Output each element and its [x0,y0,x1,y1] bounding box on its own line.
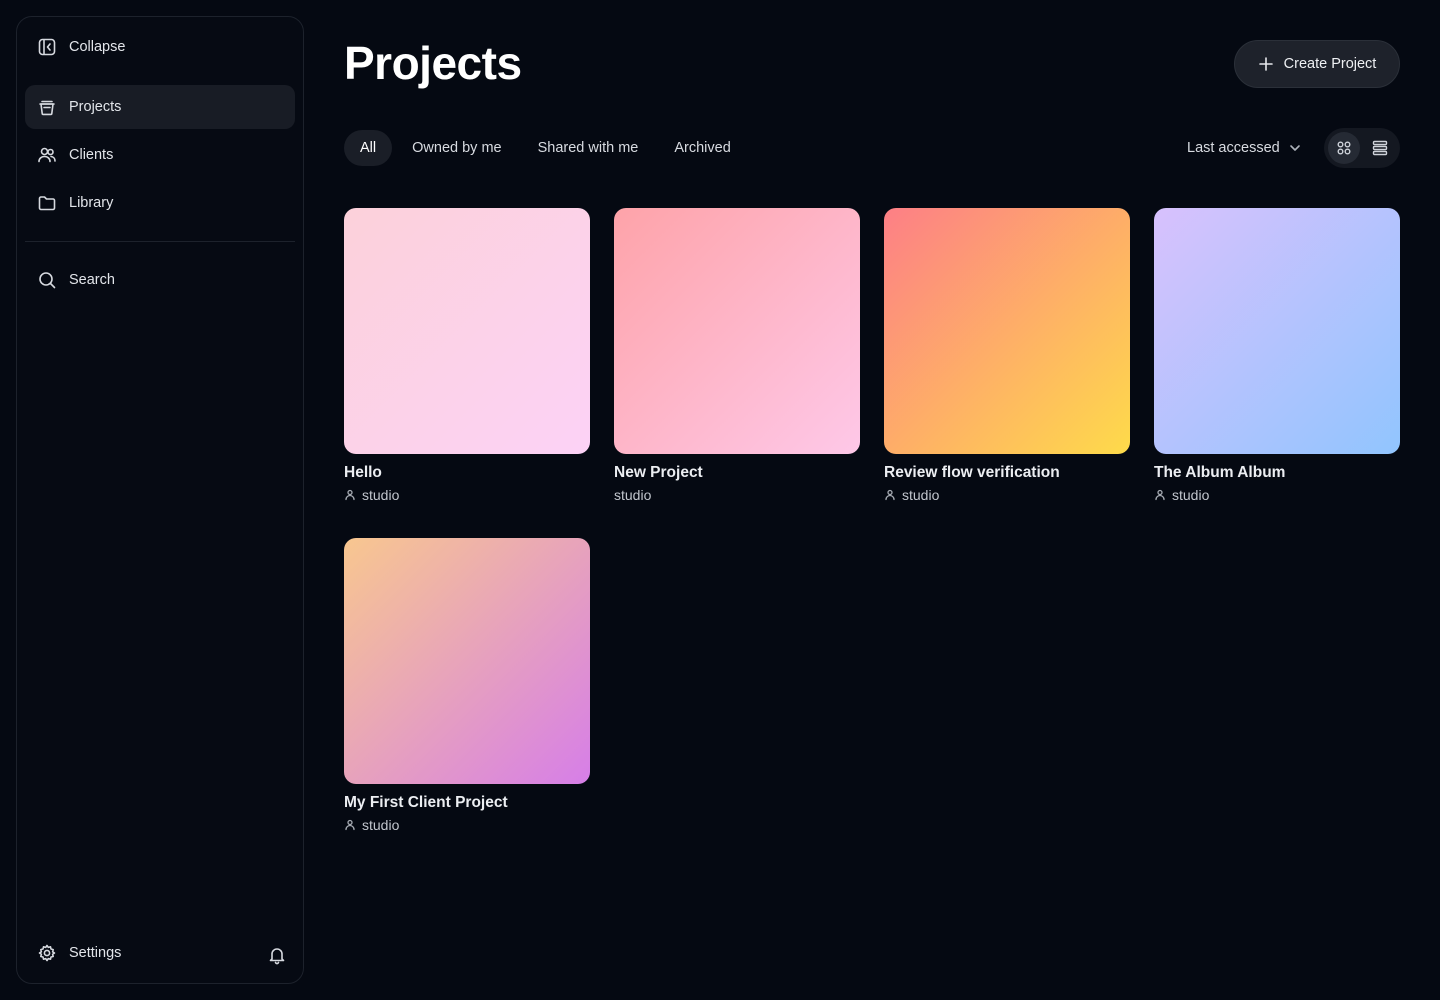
shared-icon [885,489,895,501]
sidebar-item-label: Projects [69,99,122,115]
project-name: New Project [614,464,703,481]
notifications-button[interactable] [263,941,291,969]
gear-icon [37,943,57,963]
project-thumbnail [344,208,590,454]
filter-tabs: All Owned by me Shared with me Archived [344,130,747,166]
collapse-label: Collapse [69,39,126,55]
page-title: Projects [344,37,522,89]
search-label: Search [69,272,115,288]
search-icon [37,270,57,290]
shared-icon [1155,489,1165,501]
tab-all[interactable]: All [344,130,393,166]
project-thumbnail [1154,208,1400,454]
grid-view-icon [1337,141,1351,155]
sidebar-item-library[interactable]: Library [25,181,295,225]
sidebar-item-projects[interactable]: Projects [25,85,295,129]
sidebar-item-settings[interactable]: Settings [25,931,245,975]
project-name: My First Client Project [344,794,508,811]
settings-label: Settings [69,945,122,961]
project-card[interactable]: New Project studio [614,208,860,503]
plus-icon [1258,57,1273,71]
tab-shared-with-me[interactable]: Shared with me [522,130,655,166]
project-thumbnail [884,208,1130,454]
project-owner: studio [614,487,860,503]
create-project-label: Create Project [1283,56,1377,72]
owner-label: studio [1172,487,1210,503]
project-thumbnail [344,538,590,784]
sort-dropdown[interactable]: Last accessed [1187,130,1302,166]
grid-view-button[interactable] [1328,132,1360,164]
project-name: The Album Album [1154,464,1286,481]
sort-label: Last accessed [1187,140,1280,156]
sidebar-item-clients[interactable]: Clients [25,133,295,177]
project-thumbnail [614,208,860,454]
owner-label: studio [362,817,400,833]
shared-icon [345,489,355,501]
shared-icon [345,819,355,831]
bell-icon [269,948,285,965]
view-toggle [1324,128,1400,168]
project-card[interactable]: The Album Album studio [1154,208,1400,503]
tab-owned-by-me[interactable]: Owned by me [396,130,517,166]
project-name: Review flow verification [884,464,1060,481]
project-owner: studio [344,487,590,503]
users-icon [37,145,57,165]
chevron-down-icon [1289,145,1300,151]
project-owner: studio [1154,487,1400,503]
sidebar-item-label: Library [69,195,114,211]
sidebar-divider [25,241,295,242]
owner-label: studio [902,487,940,503]
owner-label: studio [614,487,652,503]
project-card[interactable]: Review flow verification studio [884,208,1130,503]
list-view-button[interactable] [1364,132,1396,164]
project-name: Hello [344,464,382,481]
tab-archived[interactable]: Archived [658,130,746,166]
create-project-button[interactable]: Create Project [1234,40,1400,88]
sidebar-item-search[interactable]: Search [25,258,295,302]
sidebar-item-label: Clients [69,147,114,163]
project-owner: studio [884,487,1130,503]
collapse-button[interactable]: Collapse [25,25,295,69]
list-view-icon [1372,140,1388,156]
project-card[interactable]: My First Client Project studio [344,538,590,833]
folder-icon [37,193,57,213]
owner-label: studio [362,487,400,503]
collapse-icon [37,37,57,57]
sidebar: Collapse Projects Clients Library Search… [16,16,304,984]
projects-icon [37,97,57,117]
project-card[interactable]: Hello studio [344,208,590,503]
project-owner: studio [344,817,590,833]
